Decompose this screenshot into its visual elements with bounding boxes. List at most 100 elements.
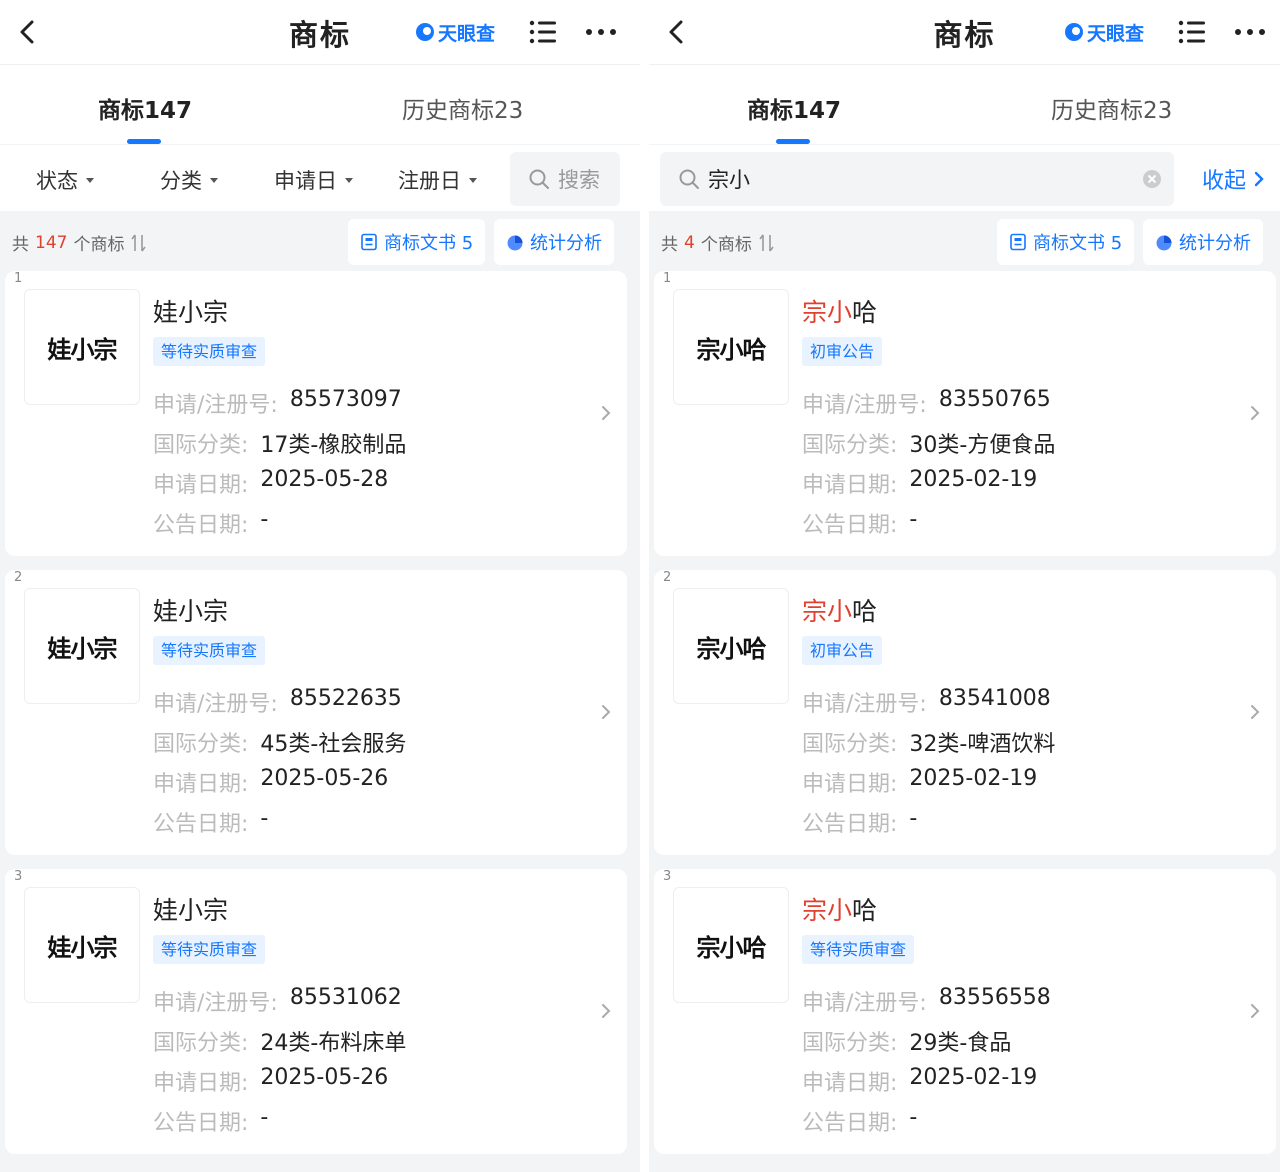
field-reg-no: 申请/注册号: 85522635 xyxy=(153,686,402,718)
trademark-card[interactable]: 3 娃小宗 娃小宗 等待实质审查 申请/注册号: 85531062 国际分类: 24… xyxy=(5,869,627,1154)
name-rest: 娃小宗 xyxy=(153,298,229,327)
tab-bar: 商标147 历史商标23 xyxy=(0,64,640,144)
field-label: 公告日期: xyxy=(802,1111,898,1136)
collapse-label: 收起 xyxy=(1201,169,1246,194)
field-value: 83541008 xyxy=(938,686,1051,711)
field-label: 公告日期: xyxy=(153,513,249,538)
field-apply-date: 申请日期: 2025-05-26 xyxy=(153,766,388,798)
count-suffix: 个商标 xyxy=(73,235,125,255)
field-value: 85531062 xyxy=(289,985,402,1010)
caret-down-icon xyxy=(210,177,218,183)
chevron-right-icon xyxy=(1251,705,1260,719)
document-icon xyxy=(1010,233,1026,251)
field-label: 申请/注册号: xyxy=(802,991,927,1016)
field-value: 85573097 xyxy=(289,387,402,412)
tianyancha-logo-icon xyxy=(416,23,434,41)
tab-history-trademarks[interactable]: 历史商标23 xyxy=(1051,91,1172,125)
more-icon[interactable] xyxy=(1233,24,1267,40)
right-panel: 商标 天眼查 商标147 历史商标23 宗小 收起 共 4 个商标 商标文书 5… xyxy=(649,0,1280,1172)
field-label: 国际分类: xyxy=(802,1031,898,1056)
trademark-documents-button[interactable]: 商标文书 5 xyxy=(348,219,486,265)
status-badge: 等待实质审查 xyxy=(153,337,266,366)
collapse-button[interactable]: 收起 xyxy=(1202,163,1266,195)
field-announce-date: 公告日期: - xyxy=(802,1105,917,1137)
card-index: 2 xyxy=(663,570,672,585)
search-button[interactable]: 搜索 xyxy=(510,152,620,206)
list-menu-icon[interactable] xyxy=(528,18,558,46)
field-value: - xyxy=(260,507,269,532)
name-rest: 哈 xyxy=(852,298,878,327)
filter-apply-date[interactable]: 申请日 xyxy=(274,165,353,195)
field-announce-date: 公告日期: - xyxy=(153,806,268,838)
status-badge: 等待实质审查 xyxy=(802,935,915,964)
field-apply-date: 申请日期: 2025-05-26 xyxy=(153,1065,388,1097)
summary-bar: 共 147 个商标 商标文书 5 统计分析 xyxy=(0,211,640,271)
statistics-label: 统计分析 xyxy=(530,233,602,254)
left-panel: 商标 天眼查 商标147 历史商标23 状态 分类 申请日 注册日 搜索 共 1… xyxy=(0,0,640,1172)
field-announce-date: 公告日期: - xyxy=(153,507,268,539)
statistics-button[interactable]: 统计分析 xyxy=(1143,219,1263,265)
trademark-logo: 宗小哈 xyxy=(673,887,789,1003)
chevron-right-icon xyxy=(602,1004,611,1018)
top-bar: 商标 天眼查 xyxy=(649,0,1280,64)
tab-trademarks[interactable]: 商标147 xyxy=(747,91,841,125)
panel-divider xyxy=(640,0,649,1172)
trademark-name: 娃小宗 xyxy=(153,293,228,329)
search-input[interactable]: 宗小 xyxy=(660,152,1174,206)
filter-register-date[interactable]: 注册日 xyxy=(398,165,477,195)
field-apply-date: 申请日期: 2025-02-19 xyxy=(802,1065,1037,1097)
tab-history-trademarks[interactable]: 历史商标23 xyxy=(402,91,523,125)
brand-logo[interactable]: 天眼查 xyxy=(414,18,495,46)
trademark-card[interactable]: 2 宗小哈 宗小哈 初审公告 申请/注册号: 83541008 国际分类: 32类-… xyxy=(654,570,1276,855)
field-value: 2025-02-19 xyxy=(909,1065,1038,1090)
field-value: - xyxy=(909,806,918,831)
caret-down-icon xyxy=(469,177,477,183)
tianyancha-logo-icon xyxy=(1065,23,1083,41)
field-label: 申请日期: xyxy=(153,1071,249,1096)
summary-bar: 共 4 个商标 商标文书 5 统计分析 xyxy=(649,211,1280,271)
more-icon[interactable] xyxy=(584,24,618,40)
filter-bar: 状态 分类 申请日 注册日 搜索 xyxy=(0,145,640,211)
trademark-logo: 娃小宗 xyxy=(24,289,140,405)
card-index: 3 xyxy=(14,869,23,884)
clear-icon[interactable] xyxy=(1142,169,1162,189)
filter-status[interactable]: 状态 xyxy=(36,165,94,195)
field-apply-date: 申请日期: 2025-02-19 xyxy=(802,766,1037,798)
trademark-card[interactable]: 1 宗小哈 宗小哈 初审公告 申请/注册号: 83550765 国际分类: 30类-… xyxy=(654,271,1276,556)
field-value: - xyxy=(260,806,269,831)
trademark-card[interactable]: 2 娃小宗 娃小宗 等待实质审查 申请/注册号: 85522635 国际分类: 45… xyxy=(5,570,627,855)
field-value: 29类-食品 xyxy=(909,1031,1012,1056)
chevron-right-icon xyxy=(1251,1004,1260,1018)
sort-icon[interactable] xyxy=(130,233,148,253)
field-label: 申请/注册号: xyxy=(153,393,278,418)
sort-icon[interactable] xyxy=(758,233,776,253)
documents-label: 商标文书 5 xyxy=(1033,233,1123,254)
statistics-button[interactable]: 统计分析 xyxy=(494,219,614,265)
trademark-card[interactable]: 3 宗小哈 宗小哈 等待实质审查 申请/注册号: 83556558 国际分类: 29… xyxy=(654,869,1276,1154)
search-icon xyxy=(679,169,699,189)
document-icon xyxy=(361,233,377,251)
field-reg-no: 申请/注册号: 83556558 xyxy=(802,985,1051,1017)
list-menu-icon[interactable] xyxy=(1177,18,1207,46)
trademark-card[interactable]: 1 娃小宗 娃小宗 等待实质审查 申请/注册号: 85573097 国际分类: 17… xyxy=(5,271,627,556)
field-label: 申请日期: xyxy=(802,1071,898,1096)
trademark-name: 娃小宗 xyxy=(153,891,228,927)
field-label: 公告日期: xyxy=(153,812,249,837)
field-category: 国际分类: 17类-橡胶制品 xyxy=(153,427,406,459)
name-highlight: 宗小 xyxy=(802,298,853,327)
trademark-logo: 娃小宗 xyxy=(24,887,140,1003)
field-value: 83556558 xyxy=(938,985,1051,1010)
field-label: 申请/注册号: xyxy=(153,991,278,1016)
brand-logo[interactable]: 天眼查 xyxy=(1063,18,1144,46)
tab-trademarks[interactable]: 商标147 xyxy=(98,91,192,125)
result-count: 共 147 个商标 xyxy=(12,230,148,255)
name-rest: 娃小宗 xyxy=(153,597,229,626)
field-category: 国际分类: 30类-方便食品 xyxy=(802,427,1055,459)
filter-category[interactable]: 分类 xyxy=(160,165,218,195)
trademark-documents-button[interactable]: 商标文书 5 xyxy=(997,219,1135,265)
filter-label: 申请日 xyxy=(274,169,337,193)
trademark-name: 宗小哈 xyxy=(802,891,877,927)
brand-name: 天眼查 xyxy=(438,22,496,45)
field-value: 2025-02-19 xyxy=(909,467,1038,492)
search-bar: 宗小 收起 xyxy=(649,145,1280,211)
